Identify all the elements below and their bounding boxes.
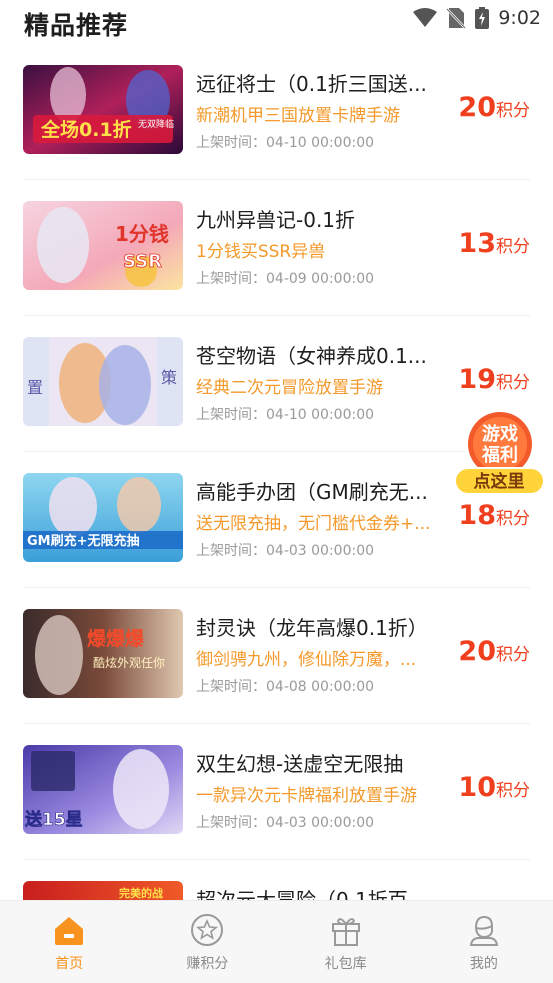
game-item[interactable]: 1分钱 SSR 九州异兽记-0.1折 1分钱买SSR异兽 上架时间：04-09 … [0, 180, 553, 316]
game-date: 上架时间：04-10 00:00:00 [196, 135, 375, 151]
status-bar: 精品推荐 9:02 [0, 0, 553, 44]
points-unit: 积分 [496, 781, 530, 801]
game-date: 上架时间：04-08 00:00:00 [196, 679, 375, 695]
game-points: 13积分 [458, 228, 530, 259]
points-unit: 积分 [496, 237, 530, 257]
game-name[interactable]: 双生幻想-送虚空无限抽 [196, 748, 446, 777]
gift-icon [331, 918, 360, 946]
game-name[interactable]: 苍空物语（女神养成0.1... [196, 340, 446, 369]
game-points: 20积分 [458, 636, 530, 667]
tab-label: 我的 [469, 956, 498, 972]
tab-profile[interactable]: 我的 [415, 901, 553, 983]
points-unit: 积分 [496, 373, 530, 393]
status-time: 9:02 [498, 7, 541, 29]
game-thumbnail[interactable]: 完美的战 [23, 881, 183, 900]
status-icons: 9:02 [413, 7, 541, 29]
tab-label: 首页 [55, 956, 84, 972]
thumbnail-text: 送15星 [25, 809, 83, 830]
game-name[interactable]: 超次元大冒险（0.1折百 [196, 884, 446, 900]
no-sim-icon [446, 8, 467, 29]
thumbnail-subtext: 酷炫外观任你 [93, 655, 165, 670]
game-item[interactable]: 爆爆爆 酷炫外观任你 封灵诀（龙年高爆0.1折） 御剑骋九州，修仙除万魔，...… [0, 588, 553, 724]
home-icon [55, 917, 84, 945]
game-thumbnail[interactable]: GM刷充+无限充抽 [23, 473, 183, 562]
thumbnail-text: 1分钱 [115, 222, 169, 246]
game-name[interactable]: 封灵诀（龙年高爆0.1折） [196, 612, 446, 641]
game-item[interactable]: 完美的战 超次元大冒险（0.1折百 [0, 860, 553, 900]
thumbnail-subtext: SSR [123, 251, 162, 272]
thumbnail-subtext: 无双降临 [138, 118, 174, 130]
game-name[interactable]: 高能手办团（GM刷充无... [196, 476, 446, 505]
badge-line1: 游戏 [482, 423, 518, 445]
game-desc: 1分钱买SSR异兽 [196, 242, 326, 262]
game-thumbnail[interactable]: 全场0.1折 无双降临 [23, 65, 183, 154]
tab-earn-points[interactable]: 赚积分 [138, 901, 276, 983]
tab-home[interactable]: 首页 [0, 901, 138, 983]
tab-gift-library[interactable]: 礼包库 [277, 901, 415, 983]
game-date: 上架时间：04-03 00:00:00 [196, 815, 375, 831]
thumbnail-text: 置 [27, 378, 43, 397]
points-value: 10 [458, 772, 496, 803]
tab-label: 礼包库 [324, 956, 367, 972]
badge-line2: 福利 [481, 444, 518, 466]
points-value: 18 [458, 500, 496, 531]
thumbnail-text: 全场0.1折 [40, 118, 132, 141]
game-points: 19积分 [458, 364, 530, 395]
game-item[interactable]: 全场0.1折 无双降临 远征将士（0.1折三国送... 新潮机甲三国放置卡牌手游… [0, 44, 553, 180]
points-unit: 积分 [496, 101, 530, 121]
star-circle-icon [191, 914, 224, 946]
game-desc: 经典二次元冒险放置手游 [196, 378, 383, 398]
tab-label: 赚积分 [186, 956, 229, 972]
game-thumbnail[interactable]: 1分钱 SSR [23, 201, 183, 290]
wifi-icon [413, 8, 438, 27]
points-value: 20 [458, 92, 496, 123]
game-points: 18积分 [458, 500, 530, 531]
game-date: 上架时间：04-09 00:00:00 [196, 271, 375, 287]
game-name[interactable]: 远征将士（0.1折三国送... [196, 68, 446, 97]
thumbnail-text: GM刷充+无限充抽 [27, 533, 140, 549]
game-thumbnail[interactable]: 爆爆爆 酷炫外观任你 [23, 609, 183, 698]
game-item[interactable]: 送15星 双生幻想-送虚空无限抽 一款异次元卡牌福利放置手游 上架时间：04-0… [0, 724, 553, 860]
bottom-tab-bar: 首页 赚积分 礼包库 我的 [0, 900, 553, 983]
game-date: 上架时间：04-10 00:00:00 [196, 407, 375, 423]
game-name[interactable]: 九州异兽记-0.1折 [196, 204, 446, 233]
game-desc: 新潮机甲三国放置卡牌手游 [196, 106, 400, 126]
game-date: 上架时间：04-03 00:00:00 [196, 543, 375, 559]
game-desc: 御剑骋九州，修仙除万魔，... [196, 650, 417, 670]
game-welfare-badge[interactable]: 游戏 福利 点这里 [452, 408, 547, 498]
game-thumbnail[interactable]: 置 策 [23, 337, 183, 426]
game-points: 20积分 [458, 92, 530, 123]
thumbnail-subtext: 策 [161, 368, 177, 387]
points-value: 19 [458, 364, 496, 395]
points-value: 13 [458, 228, 496, 259]
game-desc: 一款异次元卡牌福利放置手游 [196, 786, 417, 806]
game-thumbnail[interactable]: 送15星 [23, 745, 183, 834]
points-value: 20 [458, 636, 496, 667]
game-desc: 送无限充抽，无门槛代金券+... [196, 514, 431, 534]
user-icon [469, 915, 499, 946]
points-unit: 积分 [496, 509, 530, 529]
game-points: 10积分 [458, 772, 530, 803]
points-unit: 积分 [496, 645, 530, 665]
battery-icon [475, 7, 490, 29]
thumbnail-text: 爆爆爆 [87, 628, 145, 650]
thumbnail-text: 完美的战 [119, 886, 163, 900]
badge-button: 点这里 [474, 471, 525, 492]
page-title: 精品推荐 [24, 11, 129, 40]
